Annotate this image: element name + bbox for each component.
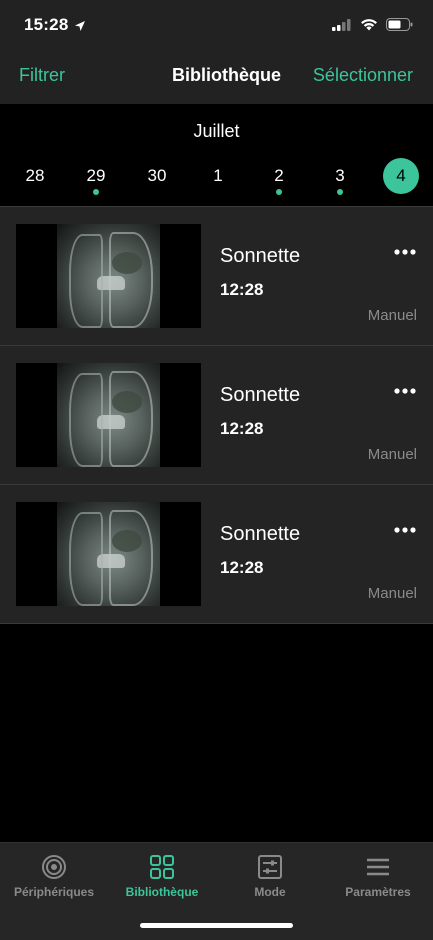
day-label: 3: [335, 166, 345, 185]
clip-time: 12:28: [220, 558, 264, 577]
clip-time: 12:28: [220, 280, 264, 299]
mode-sliders-icon: [256, 853, 284, 881]
clip-time: 12:28: [220, 419, 264, 438]
clip-thumbnail[interactable]: [16, 224, 201, 328]
library-grid-icon: [148, 853, 176, 881]
tab-devices[interactable]: Périphériques: [0, 843, 108, 913]
day-4-selected[interactable]: 4: [381, 158, 421, 200]
status-indicators: [332, 18, 413, 36]
day-2[interactable]: 2: [259, 160, 299, 200]
navigation-bar: Filtrer Bibliothèque Sélectionner: [0, 52, 433, 104]
tab-settings[interactable]: Paramètres: [324, 843, 432, 913]
clip-indicator-dot: [276, 189, 282, 195]
day-1[interactable]: 1: [198, 160, 238, 200]
clip-mode: Manuel: [367, 307, 417, 324]
tab-label: Bibliothèque: [125, 885, 199, 899]
clip-thumbnail[interactable]: [16, 502, 201, 606]
clip-item[interactable]: Sonnette 12:28 Manuel: [0, 206, 433, 345]
day-label: 28: [25, 166, 45, 185]
day-29[interactable]: 29: [76, 160, 116, 200]
wifi-icon: [360, 18, 378, 36]
day-3[interactable]: 3: [320, 160, 360, 200]
day-30[interactable]: 30: [137, 160, 177, 200]
tab-label: Mode: [254, 885, 286, 899]
clip-title: Sonnette: [220, 245, 301, 267]
tab-label: Paramètres: [345, 885, 411, 899]
doorbell-snapshot-image: [57, 502, 160, 606]
menu-icon: [364, 853, 392, 881]
devices-icon: [40, 853, 68, 881]
day-label: 29: [86, 166, 106, 185]
more-options-icon[interactable]: [393, 384, 417, 398]
clip-title: Sonnette: [220, 384, 301, 406]
clip-title: Sonnette: [220, 523, 301, 545]
clip-thumbnail[interactable]: [16, 363, 201, 467]
clip-item[interactable]: Sonnette 12:28 Manuel: [0, 484, 433, 624]
status-time: 15:28: [24, 15, 69, 34]
location-arrow-icon: [74, 19, 86, 37]
date-strip: Juillet 28 29 30 1 2 3 4: [0, 104, 433, 206]
doorbell-snapshot-image: [57, 363, 160, 467]
status-bar: 15:28: [0, 0, 433, 52]
day-28[interactable]: 28: [15, 160, 55, 200]
doorbell-snapshot-image: [57, 224, 160, 328]
select-button[interactable]: Sélectionner: [313, 65, 413, 86]
clip-indicator-dot: [93, 189, 99, 195]
clip-mode: Manuel: [367, 446, 417, 463]
cellular-signal-icon: [332, 18, 352, 36]
battery-icon: [386, 18, 413, 36]
clip-item[interactable]: Sonnette 12:28 Manuel: [0, 345, 433, 484]
tab-label: Périphériques: [13, 885, 95, 899]
tab-library[interactable]: Bibliothèque: [108, 843, 216, 913]
day-label: 30: [147, 166, 167, 185]
day-label: 4: [383, 158, 419, 194]
clip-list: Sonnette 12:28 Manuel Sonnette 12:28 Man…: [0, 206, 433, 624]
clip-indicator-dot: [337, 189, 343, 195]
more-options-icon[interactable]: [393, 245, 417, 259]
day-label: 2: [274, 166, 284, 185]
tab-mode[interactable]: Mode: [216, 843, 324, 913]
day-label: 1: [213, 166, 223, 185]
month-label: Juillet: [193, 121, 240, 141]
more-options-icon[interactable]: [393, 523, 417, 537]
clip-mode: Manuel: [367, 585, 417, 602]
home-indicator[interactable]: [140, 923, 293, 928]
